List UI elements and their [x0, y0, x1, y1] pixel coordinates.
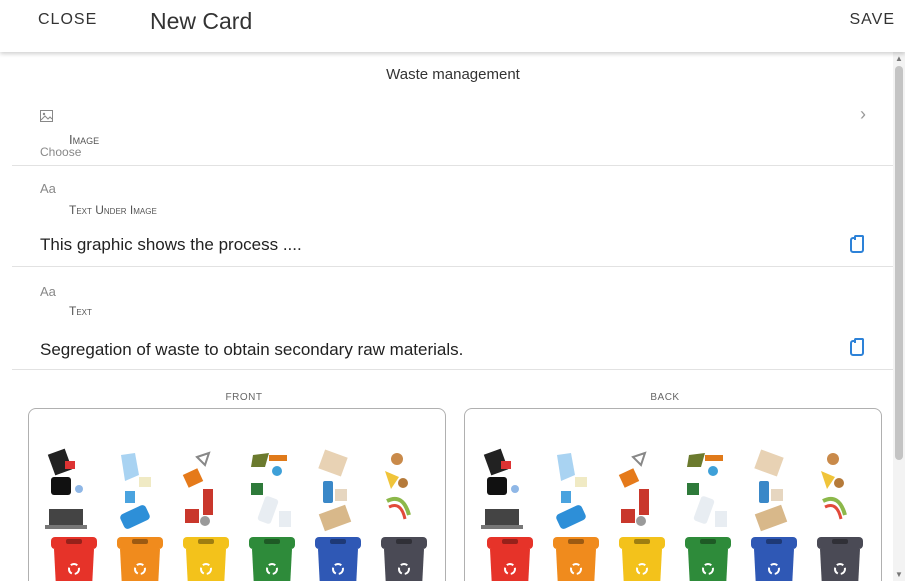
text-format-icon: Aa	[40, 181, 56, 196]
scroll-up-icon[interactable]: ▲	[893, 54, 905, 63]
waste-sorting-illustration	[45, 448, 427, 581]
green-bin	[249, 537, 295, 581]
scroll-down-icon[interactable]: ▼	[893, 570, 905, 579]
front-card-preview[interactable]	[28, 408, 446, 581]
gray-bin	[381, 537, 427, 581]
text-under-image-row: Aa Text Under Image This graphic shows t…	[12, 167, 894, 267]
image-choose-text: Choose	[40, 145, 82, 159]
orange-bin	[117, 537, 163, 581]
form-content: Waste management Image Choose › Aa Text …	[12, 52, 894, 581]
orange-bin	[553, 537, 599, 581]
clipboard-icon[interactable]	[850, 338, 864, 356]
blue-bin	[315, 537, 361, 581]
front-label: FRONT	[225, 392, 263, 403]
close-button[interactable]: CLOSE	[38, 11, 97, 29]
blue-bin	[751, 537, 797, 581]
text-format-icon: Aa	[40, 284, 56, 299]
green-bin	[685, 537, 731, 581]
text-row: Aa Text Segregation of waste to obtain s…	[12, 268, 894, 370]
chevron-right-icon[interactable]: ›	[860, 104, 866, 125]
gray-bin	[817, 537, 863, 581]
waste-sorting-illustration	[481, 448, 863, 581]
page-title: New Card	[150, 8, 253, 34]
text-under-image-label: Text Under Image	[69, 203, 157, 217]
save-button[interactable]: SAVE	[850, 11, 896, 29]
scrollbar[interactable]: ▲ ▼	[893, 52, 905, 581]
text-input[interactable]: Segregation of waste to obtain secondary…	[40, 340, 463, 360]
image-icon	[40, 110, 53, 122]
scroll-thumb[interactable]	[895, 66, 903, 460]
section-title: Waste management	[386, 66, 520, 83]
top-bar: CLOSE New Card SAVE	[0, 0, 905, 52]
yellow-bin	[619, 537, 665, 581]
image-field-row[interactable]: Image Choose ›	[12, 96, 894, 166]
clipboard-icon[interactable]	[850, 235, 864, 253]
text-under-image-input[interactable]: This graphic shows the process ....	[40, 235, 302, 255]
red-bin	[487, 537, 533, 581]
yellow-bin	[183, 537, 229, 581]
text-label: Text	[69, 304, 92, 318]
back-card-preview[interactable]	[464, 408, 882, 581]
back-label: BACK	[650, 392, 680, 403]
red-bin	[51, 537, 97, 581]
